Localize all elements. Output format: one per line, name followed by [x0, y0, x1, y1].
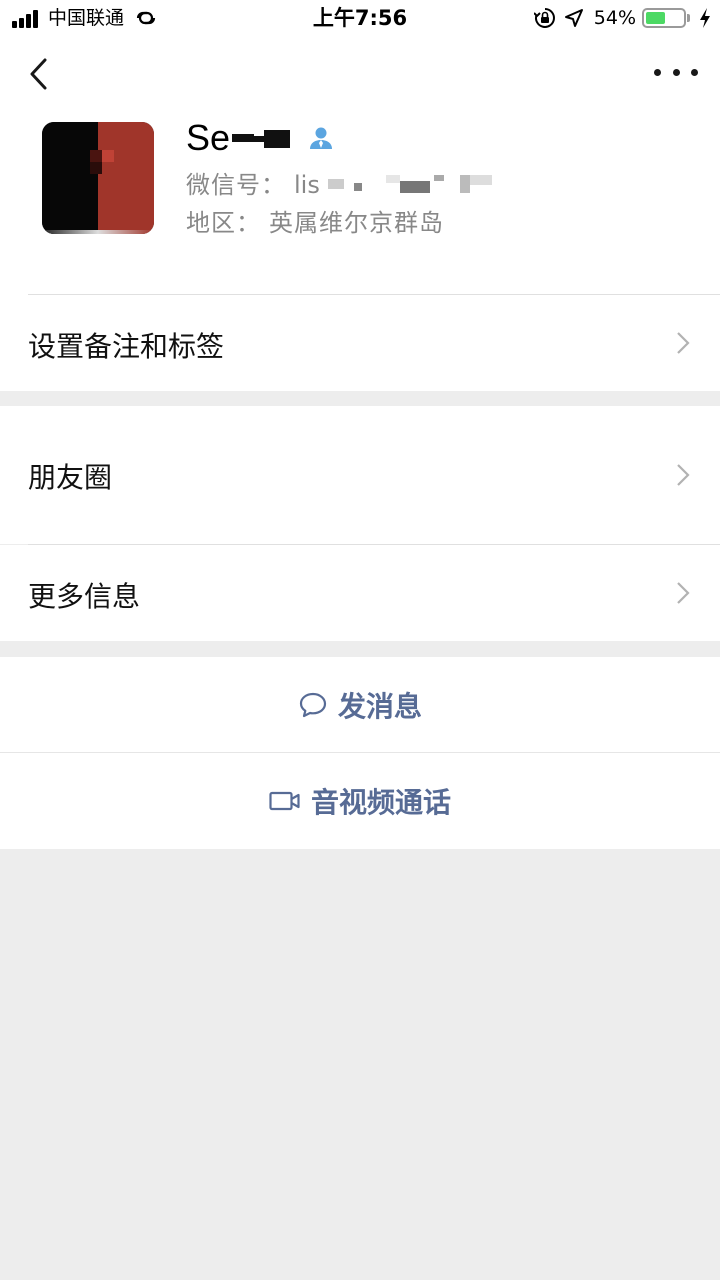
- video-call-button[interactable]: 音视频通话: [0, 753, 720, 849]
- battery-icon: [642, 8, 686, 28]
- battery-level-fill: [646, 12, 666, 24]
- chat-bubble-icon: [299, 692, 327, 717]
- profile-card: Se 微信号： lis 地区： 英属维尔京群岛: [0, 110, 720, 294]
- chevron-right-icon: [677, 332, 690, 354]
- avatar[interactable]: [42, 122, 154, 234]
- battery-percent: 54%: [593, 7, 636, 29]
- moments-label: 朋友圈: [28, 461, 113, 494]
- redacted-id-block: [324, 173, 492, 197]
- contact-name: Se: [186, 117, 231, 158]
- redacted-name-block: [232, 126, 294, 150]
- more-info-label: 更多信息: [28, 580, 141, 613]
- menu-item-remark-tags[interactable]: 设置备注和标签: [0, 295, 720, 391]
- chevron-left-icon[interactable]: [20, 54, 60, 94]
- send-message-button[interactable]: 发消息: [0, 657, 720, 752]
- charging-icon: [700, 8, 710, 28]
- menu-item-moments[interactable]: 朋友圈: [0, 406, 720, 544]
- remark-tags-label: 设置备注和标签: [28, 330, 225, 363]
- location-icon: [564, 9, 583, 27]
- menu-item-more-info[interactable]: 更多信息: [0, 545, 720, 641]
- region-label: 地区：: [186, 209, 261, 237]
- send-message-label: 发消息: [337, 689, 422, 723]
- nav-bar: [0, 40, 720, 110]
- video-camera-icon: [269, 791, 300, 811]
- wechat-id-value: lis: [294, 171, 320, 199]
- status-bar: 中国联通 上午7:56 54%: [0, 0, 720, 40]
- person-icon: [310, 127, 333, 149]
- wechat-id-row: 微信号： lis: [186, 168, 492, 202]
- video-call-label: 音视频通话: [310, 786, 451, 819]
- more-dots-icon[interactable]: [654, 62, 698, 82]
- chevron-right-icon: [677, 582, 690, 604]
- region-row: 地区： 英属维尔京群岛: [186, 206, 444, 240]
- rotation-lock-icon: [533, 8, 555, 28]
- wechat-id-label: 微信号：: [186, 171, 286, 199]
- chevron-right-icon: [677, 464, 690, 486]
- region-value: 英属维尔京群岛: [269, 209, 444, 237]
